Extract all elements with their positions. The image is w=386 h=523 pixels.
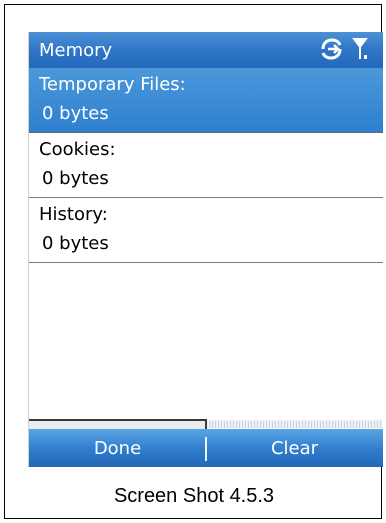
title-bar: Memory xyxy=(29,32,383,68)
item-label: Cookies: xyxy=(39,139,116,160)
phone-screen: Memory Temporary Files: 0 bytes Cookies:… xyxy=(28,32,383,467)
item-value: 0 bytes xyxy=(42,168,109,189)
softkey-bar: Done Clear xyxy=(29,429,383,467)
status-icons xyxy=(319,37,369,66)
list-item-temporary-files[interactable]: Temporary Files: 0 bytes xyxy=(29,68,383,133)
softkey-divider xyxy=(205,437,207,461)
clear-button[interactable]: Clear xyxy=(206,429,383,467)
item-label: History: xyxy=(39,204,108,225)
screenshot-frame: Memory Temporary Files: 0 bytes Cookies:… xyxy=(4,4,383,519)
horizontal-scrollbar[interactable] xyxy=(29,419,383,429)
page-title: Memory xyxy=(39,39,113,61)
item-value: 0 bytes xyxy=(42,233,109,254)
scroll-thumb[interactable] xyxy=(29,419,207,429)
item-value: 0 bytes xyxy=(42,103,109,124)
item-label: Temporary Files: xyxy=(39,74,186,95)
list-item-history[interactable]: History: 0 bytes xyxy=(29,198,383,263)
data-connection-icon xyxy=(319,38,347,65)
scroll-track[interactable] xyxy=(209,421,383,428)
screenshot-caption: Screen Shot 4.5.3 xyxy=(113,485,275,507)
list-item-cookies[interactable]: Cookies: 0 bytes xyxy=(29,133,383,198)
signal-strength-icon xyxy=(351,37,369,66)
done-button[interactable]: Done xyxy=(29,429,206,467)
